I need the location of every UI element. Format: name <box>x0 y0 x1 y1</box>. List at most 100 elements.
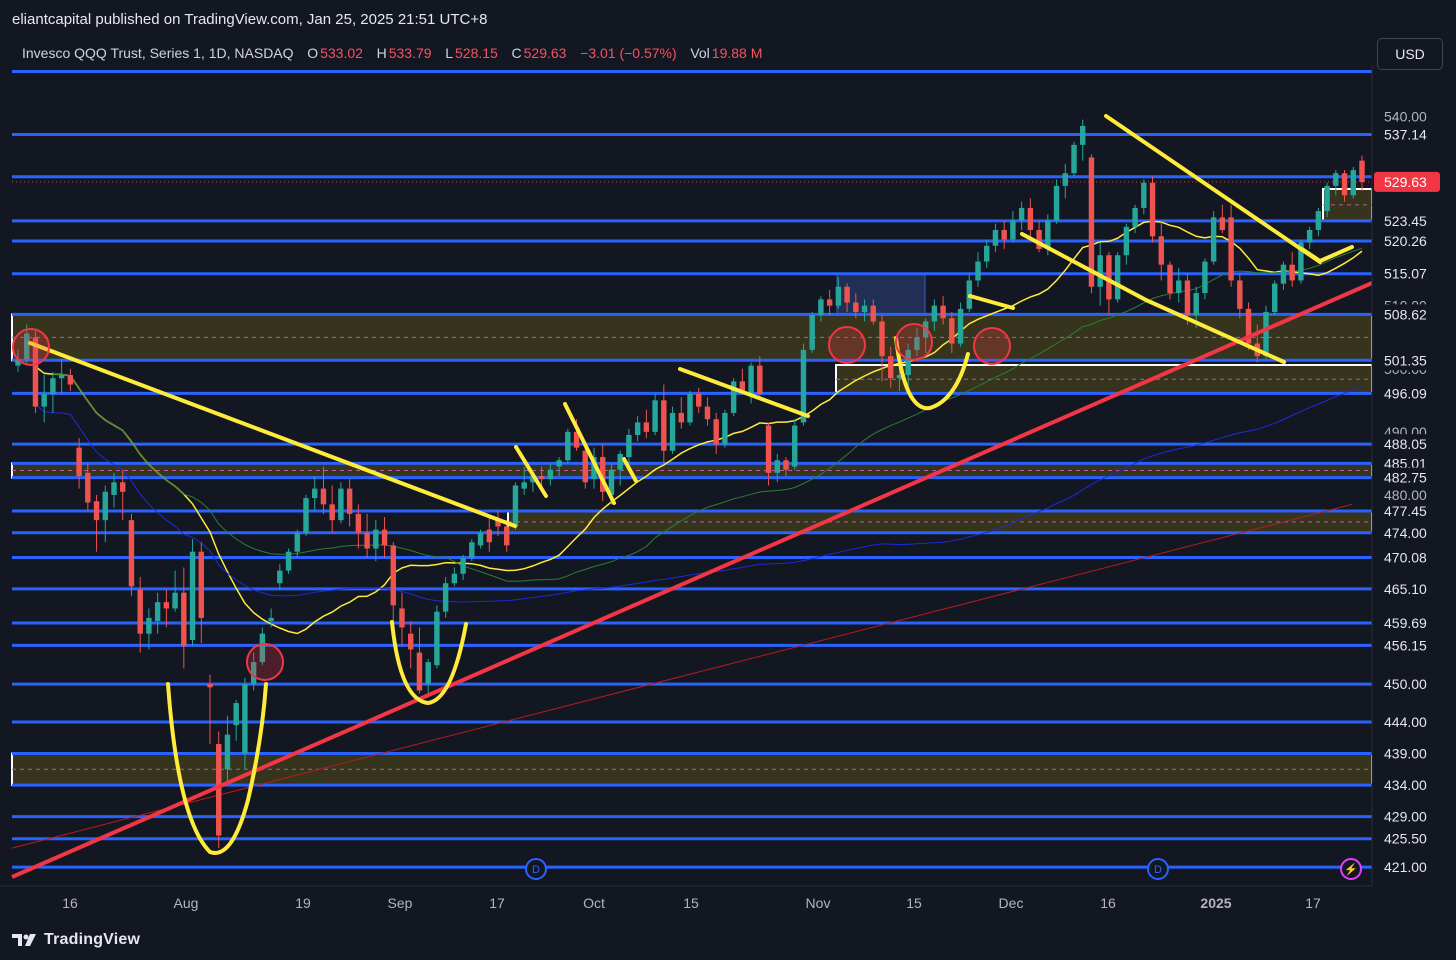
x-tick-label: 2025 <box>1200 895 1231 911</box>
candle-body <box>661 400 667 451</box>
candle-body <box>76 447 82 476</box>
candle-body <box>207 684 213 688</box>
candle-body <box>137 589 143 634</box>
candle-body <box>757 365 763 394</box>
candle-body <box>442 583 449 612</box>
candle-body <box>1149 182 1156 237</box>
candle-body <box>381 529 388 546</box>
candle-body <box>984 245 990 262</box>
price-chart[interactable]: DD⚡ 540.00510.00500.00490.00480.00537.14… <box>0 0 1456 960</box>
candle-body <box>154 602 161 622</box>
candle-body <box>809 315 815 350</box>
event-marker-label: D <box>1154 864 1162 876</box>
candle-body <box>469 542 475 558</box>
candle-body <box>128 520 135 587</box>
candle-body <box>800 349 807 423</box>
candle-body <box>748 365 754 394</box>
candle-body <box>1158 236 1164 265</box>
candle-body <box>1176 280 1182 294</box>
candle-body <box>678 412 684 423</box>
candle-body <box>687 394 693 423</box>
candle-body <box>163 602 170 609</box>
candle-body <box>1210 217 1217 262</box>
candle-body <box>111 482 117 495</box>
candle-body <box>940 305 946 319</box>
x-tick-label: 17 <box>1305 895 1321 911</box>
candle-body <box>696 394 702 407</box>
candle-body <box>888 356 894 379</box>
candle-body <box>582 450 588 483</box>
candle-body <box>617 453 623 470</box>
candle-body <box>879 321 885 357</box>
candle-body <box>722 412 728 445</box>
currency-button[interactable]: USD <box>1377 38 1443 70</box>
brand-name: TradingView <box>44 931 141 948</box>
y-tick-label: 540.00 <box>1384 108 1427 124</box>
high-value: 533.79 <box>388 45 432 61</box>
candle-body <box>931 305 938 322</box>
price-level-label: 425.50 <box>1384 831 1427 847</box>
candle-body <box>861 305 868 312</box>
candle-body <box>1071 144 1077 174</box>
highlight-circle <box>828 326 866 364</box>
candle-body <box>67 375 74 385</box>
candle-body <box>1263 312 1269 357</box>
candle-body <box>58 375 65 379</box>
candle-body <box>853 302 859 312</box>
candle-body <box>268 617 274 622</box>
y-tick-label: 480.00 <box>1384 487 1427 503</box>
candle-body <box>1289 264 1295 281</box>
x-tick-label: Aug <box>174 895 199 911</box>
price-level-label: 515.07 <box>1384 266 1427 282</box>
candle-body <box>146 617 152 634</box>
footer: TradingView <box>12 928 140 952</box>
candle-body <box>41 394 47 407</box>
price-level-label: 421.00 <box>1384 859 1427 875</box>
low-value: 528.15 <box>455 45 498 61</box>
price-level-label: 470.08 <box>1384 549 1427 565</box>
candle-body <box>1237 280 1243 309</box>
candle-body <box>355 513 362 533</box>
high-label: H <box>376 45 387 61</box>
candle-body <box>408 633 414 650</box>
candle-body <box>1053 185 1060 221</box>
candle-body <box>949 318 955 344</box>
price-level-label: 456.15 <box>1384 637 1427 653</box>
candle-body <box>1184 280 1191 316</box>
candle-body <box>477 532 484 546</box>
candle-body <box>835 286 842 306</box>
x-tick-label: Oct <box>583 895 605 911</box>
drawn-trendline <box>1318 245 1354 263</box>
price-level-label: 450.00 <box>1384 676 1427 692</box>
low-label: L <box>445 45 454 61</box>
candle-body <box>224 734 231 770</box>
candle-body <box>792 425 798 467</box>
candle-body <box>1114 255 1121 300</box>
candle-body <box>85 472 91 503</box>
candle-body <box>303 498 309 533</box>
candle-body <box>1080 125 1086 145</box>
x-tick-label: Dec <box>999 895 1024 911</box>
candle-body <box>50 378 56 394</box>
tradingview-logo-icon <box>12 934 36 946</box>
price-level-label: 429.00 <box>1384 809 1427 825</box>
open-label: O <box>307 45 319 61</box>
candle-body <box>1097 255 1103 287</box>
candle-body <box>312 488 318 499</box>
candle-body <box>93 501 100 521</box>
price-level-label: 496.09 <box>1384 385 1427 401</box>
candle-body <box>626 435 632 458</box>
candle-body <box>1001 230 1007 240</box>
price-level-label: 459.69 <box>1384 615 1427 631</box>
candle-body <box>1018 207 1025 221</box>
candle-body <box>1333 173 1339 186</box>
symbol-legend: Invesco QQQ Trust, Series 1, 1D, NASDAQ … <box>22 45 764 61</box>
candle-body <box>1341 173 1348 196</box>
volume-value: 19.88 M <box>711 45 763 61</box>
candle-body <box>198 551 204 618</box>
price-level-label: 439.00 <box>1384 746 1427 762</box>
candle-body <box>1141 182 1147 208</box>
candle-body <box>992 230 999 246</box>
candle-body <box>870 305 876 322</box>
candle-body <box>1359 160 1365 183</box>
